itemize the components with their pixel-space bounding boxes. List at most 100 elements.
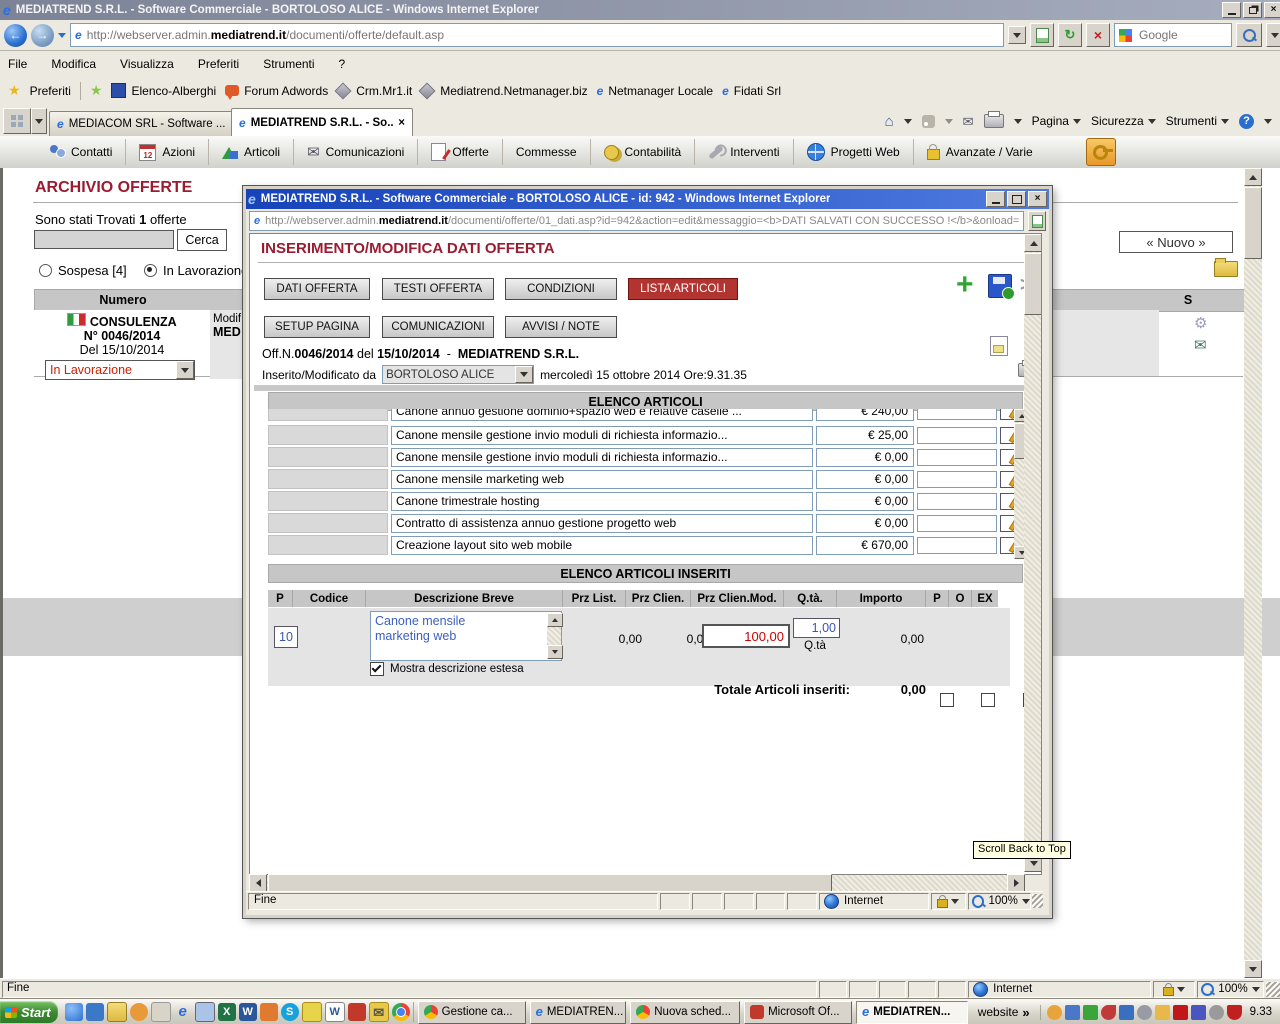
edit-icon[interactable] [1000, 471, 1015, 488]
folder-icon[interactable] [1214, 261, 1238, 277]
nuovo-button[interactable]: « Nuovo » [1119, 231, 1233, 253]
taskbar-button-active[interactable]: e MEDIATREN... [856, 1001, 968, 1024]
compatibility-button[interactable] [1030, 23, 1054, 47]
article-qty-field[interactable] [917, 471, 997, 488]
history-dropdown-icon[interactable] [58, 33, 66, 38]
tray-contacts-icon[interactable] [1065, 1005, 1080, 1020]
user-icon[interactable] [86, 1003, 104, 1021]
article-description[interactable]: Contratto di assistenza annuo gestione p… [391, 514, 813, 533]
menu-file[interactable]: File [8, 57, 27, 71]
taskbar-button[interactable]: Gestione ca... [418, 1001, 526, 1024]
mail-icon[interactable]: ✉ [369, 1002, 389, 1022]
feed-icon[interactable] [922, 115, 935, 128]
favorite-item[interactable]: Mediatrend.Netmanager.biz [421, 84, 587, 98]
clock[interactable]: 9.33 [1250, 1006, 1272, 1018]
tab-close-icon[interactable]: × [398, 117, 405, 129]
excel-icon[interactable]: X [218, 1003, 236, 1021]
toolbar-comunicazioni[interactable]: ✉Comunicazioni [294, 139, 418, 165]
o-checkbox[interactable] [981, 693, 995, 707]
main-window-titlebar[interactable]: e MEDIATREND S.R.L. - Software Commercia… [0, 0, 1280, 20]
search-box[interactable] [1114, 23, 1232, 47]
popup-scrollbar[interactable] [1024, 234, 1041, 872]
toolbar-chevron[interactable]: » [1022, 1005, 1029, 1020]
tray-phone-icon[interactable] [1101, 1005, 1116, 1020]
main-scrollbar-thumb[interactable] [1244, 187, 1262, 259]
url-field[interactable]: e http://webserver.admin.mediatrend.it/d… [70, 23, 1004, 47]
tab-mediatrend-active[interactable]: e MEDIATREND S.R.L. - So... × [231, 108, 413, 136]
edit-icon[interactable] [1000, 537, 1015, 554]
main-scrollbar[interactable] [1244, 168, 1262, 978]
popup-compatibility-button[interactable] [1028, 211, 1046, 231]
word-icon[interactable]: W [239, 1003, 257, 1021]
toolbar-interventi[interactable]: Interventi [695, 139, 793, 165]
website-toolbar-label[interactable]: website [978, 1005, 1019, 1019]
tray-mouse-icon[interactable] [1137, 1005, 1152, 1020]
popup-hscrollbar-thumb[interactable] [268, 874, 832, 892]
back-button[interactable]: ← [4, 24, 27, 47]
tray-app-icon[interactable] [1191, 1005, 1206, 1020]
edit-icon[interactable] [1000, 427, 1015, 444]
home-icon[interactable]: ⌂ [885, 114, 894, 129]
archive-search-input[interactable] [34, 230, 174, 249]
feed-dropdown-icon[interactable] [945, 119, 953, 124]
favorite-item[interactable]: Crm.Mr1.it [337, 84, 412, 98]
skype-icon[interactable]: S [281, 1003, 299, 1021]
p-checkbox[interactable] [940, 693, 954, 707]
menu-visualizza[interactable]: Visualizza [120, 57, 174, 71]
tab-comunicazioni[interactable]: COMUNICAZIONI [382, 316, 494, 338]
favorite-item[interactable]: Forum Adwords [225, 84, 328, 98]
save-icon[interactable] [988, 274, 1012, 298]
key-button[interactable] [1086, 138, 1116, 166]
page-icon[interactable] [195, 1002, 215, 1022]
article-qty-field[interactable] [917, 515, 997, 532]
protected-mode-button[interactable] [1153, 981, 1195, 998]
row-mail-icon[interactable]: ✉ [1194, 336, 1207, 354]
add-icon[interactable]: + [956, 272, 974, 298]
popup-minimize-button[interactable] [986, 191, 1005, 207]
quick-tabs-button[interactable] [3, 108, 31, 134]
start-button[interactable]: Start [0, 1001, 58, 1023]
edit-icon[interactable] [1000, 493, 1015, 510]
toolbar-contabilita[interactable]: Contabilità [591, 139, 696, 165]
taskbar-button[interactable]: Microsoft Of... [744, 1001, 852, 1024]
description-textarea[interactable]: Canone mensile marketing web [370, 611, 562, 661]
tray-antivirus-icon[interactable] [1173, 1005, 1188, 1020]
article-description[interactable]: Canone mensile gestione invio moduli di … [391, 448, 813, 467]
folder-icon[interactable] [107, 1002, 127, 1022]
print-offer-icon[interactable] [990, 336, 1008, 356]
tab-list-button[interactable] [31, 108, 47, 134]
textarea-scrollbar[interactable] [547, 613, 561, 659]
article-qty-field[interactable] [917, 493, 997, 510]
restore-button[interactable] [1243, 2, 1262, 18]
article-description[interactable]: Canone annuo gestione dominio+spazio web… [391, 409, 813, 421]
menu-strumenti[interactable]: Strumenti [263, 57, 314, 71]
notes-icon[interactable] [302, 1002, 322, 1022]
pagina-menu[interactable]: Pagina [1032, 114, 1081, 128]
article-description[interactable]: Canone mensile marketing web [391, 470, 813, 489]
edit-icon[interactable] [1000, 515, 1015, 532]
search-input[interactable] [1137, 27, 1211, 43]
favorites-star-icon[interactable]: ★ [8, 82, 21, 99]
favorite-item[interactable]: eFidati Srl [722, 84, 781, 98]
toolbar-commesse[interactable]: Commesse [503, 139, 591, 165]
contacts-icon[interactable] [260, 1003, 278, 1021]
toolbar-contatti[interactable]: Contatti [36, 139, 126, 165]
popup-protected-mode[interactable] [931, 893, 966, 910]
office-icon[interactable] [348, 1003, 366, 1021]
popup-titlebar[interactable]: e MEDIATREND S.R.L. - Software Commercia… [246, 189, 1049, 209]
stop-button[interactable]: × [1086, 23, 1110, 47]
word-doc-icon[interactable]: W [325, 1002, 345, 1022]
refresh-button[interactable]: ↻ [1058, 23, 1082, 47]
status-select[interactable]: In Lavorazione [45, 360, 195, 380]
help-icon[interactable]: ? [1239, 114, 1254, 129]
tab-setup-pagina[interactable]: SETUP PAGINA [264, 316, 370, 338]
article-qty-field[interactable] [917, 449, 997, 466]
menu-modifica[interactable]: Modifica [51, 57, 96, 71]
cerca-button[interactable]: Cerca [177, 229, 227, 251]
minimize-button[interactable] [1222, 2, 1241, 18]
mostra-descrizione[interactable]: Mostra descrizione estesa [370, 662, 524, 676]
toolbar-azioni[interactable]: 12Azioni [126, 139, 209, 165]
add-favorite-icon[interactable]: ★ [90, 82, 103, 99]
home-dropdown-icon[interactable] [904, 119, 912, 124]
tab-testi-offerta[interactable]: TESTI OFFERTA [382, 278, 494, 300]
